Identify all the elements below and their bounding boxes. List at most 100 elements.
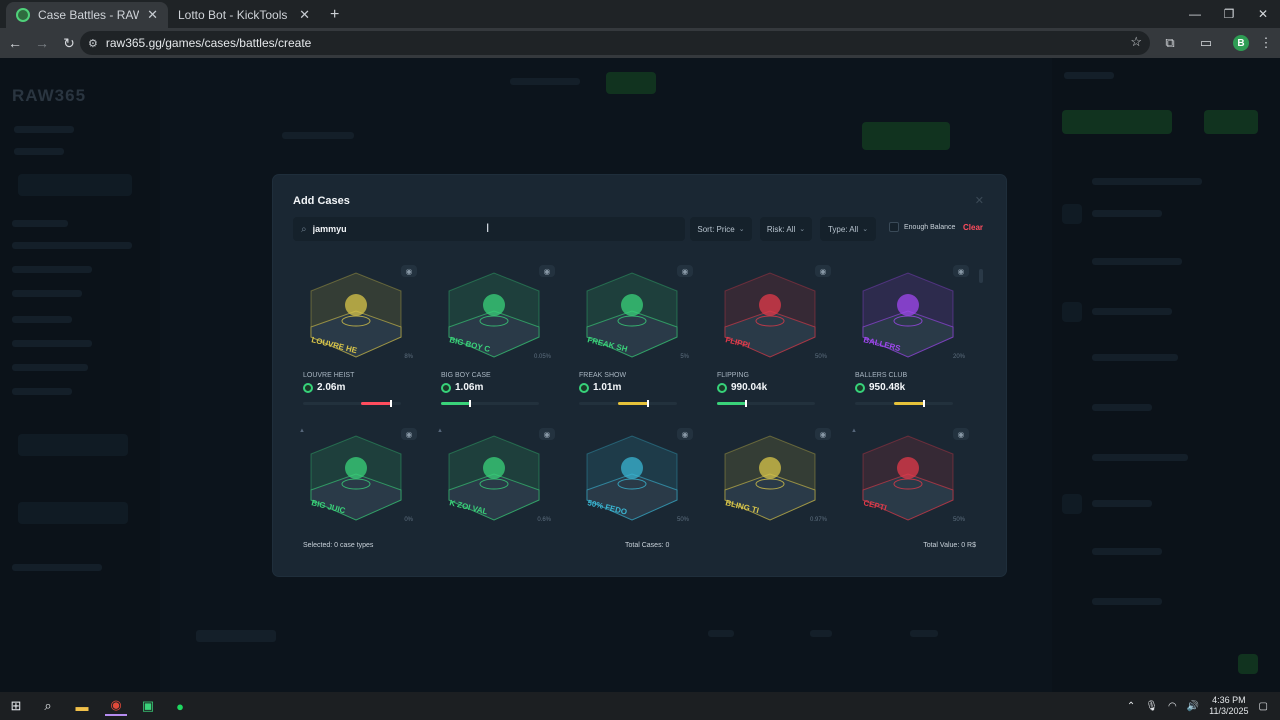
spotify-icon[interactable]: ● <box>169 696 191 716</box>
case-card[interactable]: ▲ ◉ K ZOI VAL 0.6% <box>431 420 559 570</box>
case-cube-image: FLIPPI <box>724 272 816 358</box>
risk-bar <box>579 400 677 407</box>
case-card[interactable]: ◉ FREAK SH 5% FREAK SHOW 1.01m <box>569 257 697 407</box>
risk-bar <box>303 400 401 407</box>
bookmark-star-icon[interactable]: ☆ <box>1130 34 1142 50</box>
risk-bar <box>855 400 953 407</box>
site-info-icon[interactable]: ⚙ <box>88 37 98 50</box>
wifi-icon[interactable]: ◠ <box>1168 701 1177 712</box>
case-name: FLIPPING <box>717 372 749 379</box>
restore-icon[interactable]: ❐ <box>1212 0 1246 28</box>
risk-bar-fill <box>361 402 392 405</box>
type-dropdown[interactable]: Type: All ⌄ <box>820 217 876 241</box>
sort-label: Sort: Price <box>697 224 735 234</box>
close-tab-icon[interactable]: ✕ <box>299 7 310 23</box>
volume-icon[interactable]: 🔊 <box>1187 701 1199 712</box>
file-explorer-icon[interactable]: ▬ <box>71 696 93 716</box>
profile-avatar[interactable]: B <box>1229 31 1253 55</box>
search-input[interactable] <box>312 224 653 234</box>
close-tab-icon[interactable]: ✕ <box>147 7 158 23</box>
tab-case-battles[interactable]: Case Battles - RAW365 ✕ <box>6 2 168 28</box>
risk-label: Risk: All <box>766 224 796 234</box>
case-cube-image: BIG JUIC <box>310 435 402 521</box>
risk-bar-marker <box>390 400 393 407</box>
url-text: raw365.gg/games/cases/battles/create <box>105 36 312 50</box>
close-icon[interactable]: ✕ <box>975 194 984 207</box>
case-price: 1.01m <box>579 382 621 393</box>
risk-bar-fill <box>441 402 471 405</box>
case-card[interactable]: ◉ FLIPPI 50% FLIPPING 990.04k <box>707 257 835 407</box>
enough-balance-toggle[interactable]: Enough Balance <box>889 222 955 232</box>
new-tab-icon[interactable]: + <box>320 2 349 28</box>
windows-start-icon[interactable]: ⊞ <box>5 696 27 716</box>
close-window-icon[interactable]: ✕ <box>1246 0 1280 28</box>
chrome-icon[interactable]: ◉ <box>105 696 127 716</box>
case-cube-image: K ZOI VAL <box>448 435 540 521</box>
risk-bar-fill <box>617 402 648 405</box>
case-grid: ◉ LOUVRE HE 8% LOUVRE HEIST 2.06m ◉ BIG BOY C0… <box>293 257 983 535</box>
search-icon[interactable]: ⌕ <box>37 696 59 716</box>
search-icon: ⌕ <box>301 223 307 235</box>
case-odds: 20% <box>952 354 965 360</box>
forward-icon[interactable]: → <box>30 31 54 55</box>
text-cursor-icon: I <box>486 221 490 235</box>
price-value: 950.48k <box>869 382 906 393</box>
tab-lotto-bot[interactable]: ▦ Lotto Bot - KickTools ✕ <box>168 2 539 230</box>
kick-app-icon[interactable]: ▣ <box>137 696 159 716</box>
case-card[interactable]: ◉ BALLERS 20% BALLERS CLUB 950.48k <box>845 257 973 407</box>
bg-sidebar: RAW365 <box>0 58 160 692</box>
case-price: 950.48k <box>855 382 905 393</box>
tab-title: Lotto Bot - KickTools <box>178 8 288 22</box>
case-odds: 5% <box>680 354 689 360</box>
chevron-down-icon: ⌄ <box>862 226 869 233</box>
microphone-icon[interactable]: 🎙 <box>1145 701 1158 712</box>
minimize-icon[interactable]: — <box>1178 0 1212 28</box>
notifications-icon[interactable]: ▢ <box>1259 701 1268 712</box>
reload-icon[interactable]: ↻ <box>57 31 81 55</box>
menu-kebab-icon[interactable]: ⋮ <box>1254 31 1278 55</box>
reading-list-icon[interactable]: ▭ <box>1194 31 1218 55</box>
total-cases: Total Cases: 0 <box>625 542 670 549</box>
price-value: 1.06m <box>455 382 484 393</box>
enough-balance-checkbox[interactable] <box>889 222 899 232</box>
extensions-icon[interactable]: ⧉ <box>1158 31 1182 55</box>
chevron-up-icon[interactable]: ⌃ <box>1127 701 1135 712</box>
price-value: 2.06m <box>317 382 346 393</box>
case-odds: 8% <box>404 354 413 360</box>
browser-toolbar: ← → ↻ ⚙ raw365.gg/games/cases/battles/cr… <box>0 28 1280 58</box>
price-value: 1.01m <box>593 382 622 393</box>
taskbar: ⊞ ⌕ ▬ ◉ ▣ ● ⌃ 🎙 ◠ 🔊 4:36 PM 11/3/2025 ▢ <box>0 692 1280 720</box>
up-arrow-icon: ▲ <box>299 428 305 434</box>
coin-icon <box>441 382 451 393</box>
selected-count: Selected: 0 case types <box>303 542 374 549</box>
case-odds: 0.97% <box>809 517 827 523</box>
case-card[interactable]: ◉ LOUVRE HE 8% LOUVRE HEIST 2.06m <box>293 257 421 407</box>
case-card[interactable]: ◉ BIG BOY C 0.05% BIG BOY CASE 1.06m <box>431 257 559 407</box>
risk-bar-marker <box>922 400 925 407</box>
chevron-down-icon: ⌄ <box>799 226 806 233</box>
case-cube-image: 50% FEDO <box>586 435 678 521</box>
tab-title: Case Battles - RAW365 <box>38 8 140 22</box>
back-icon[interactable]: ← <box>3 31 27 55</box>
address-bar[interactable]: ⚙ raw365.gg/games/cases/battles/create ☆ <box>80 31 1150 55</box>
total-value: Total Value: 0 R$ <box>923 542 976 549</box>
risk-bar-marker <box>745 400 748 407</box>
sort-dropdown[interactable]: Sort: Price ⌄ <box>690 217 752 241</box>
case-card[interactable]: ◉ BLING TI 0.97% <box>707 420 835 570</box>
coin-icon <box>303 382 313 393</box>
system-tray: ⌃ 🎙 ◠ 🔊 4:36 PM 11/3/2025 ▢ <box>1127 692 1280 720</box>
date-text: 11/3/2025 <box>1209 706 1249 716</box>
risk-dropdown[interactable]: Risk: All ⌄ <box>760 217 812 241</box>
clear-button[interactable]: Clear <box>963 223 983 232</box>
risk-bar <box>441 400 539 407</box>
price-value: 990.04k <box>731 382 768 393</box>
up-arrow-icon: ▲ <box>437 428 443 434</box>
risk-bar-fill <box>717 402 747 405</box>
clock[interactable]: 4:36 PM 11/3/2025 <box>1209 695 1248 717</box>
case-price: 1.06m <box>441 382 483 393</box>
scrollbar[interactable] <box>979 269 983 283</box>
case-price: 990.04k <box>717 382 767 393</box>
case-cube-image: CEPTI <box>862 435 954 521</box>
coin-icon <box>855 382 865 393</box>
raw365-favicon-icon <box>16 8 30 22</box>
